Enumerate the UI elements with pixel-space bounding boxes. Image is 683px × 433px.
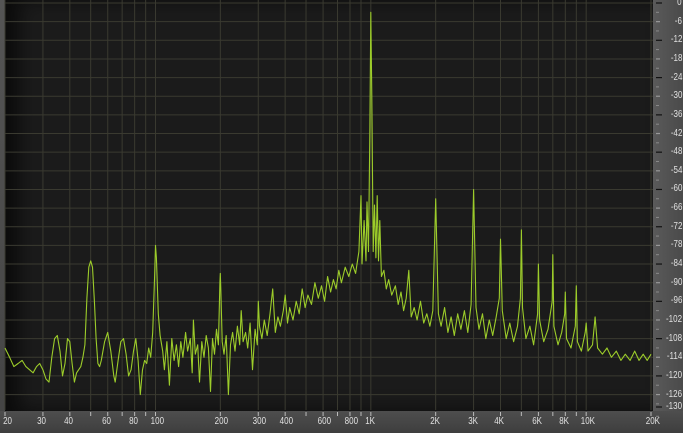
y-tick-label: -60 xyxy=(670,183,682,195)
x-tick-label: 3K xyxy=(467,416,478,427)
spectrum-analyzer: 0 -6 -12 -18 -24 -30 -36 -42 -48 -54 -60 -66 -72 -78 -… xyxy=(0,0,683,433)
x-tick-label: 20K xyxy=(645,416,661,427)
spectrum-trace xyxy=(4,11,652,396)
x-tick-label: 800 xyxy=(344,416,358,427)
y-tick-label: -48 xyxy=(670,146,682,158)
x-tick-label: 600 xyxy=(317,416,332,427)
y-tick-label: -114 xyxy=(666,351,682,363)
x-tick-label: 80 xyxy=(128,416,138,427)
x-tick-label: 400 xyxy=(279,416,294,427)
y-tick-label: -30 xyxy=(670,90,682,102)
x-tick-label: 60 xyxy=(101,416,111,427)
y-tick-label: -130 xyxy=(665,401,682,412)
y-tick-label: -78 xyxy=(670,239,682,251)
x-tick-label: 30 xyxy=(37,416,46,427)
x-tick-label: 10K xyxy=(580,416,596,427)
y-tick-label: -54 xyxy=(670,164,682,176)
y-tick-label: 0 xyxy=(677,0,682,8)
x-tick-label: 300 xyxy=(252,416,267,427)
x-tick-label: 4K xyxy=(494,416,505,427)
y-tick-label: -18 xyxy=(670,52,682,64)
spectrum-chart xyxy=(4,0,662,417)
y-tick-label: -84 xyxy=(670,258,682,270)
y-tick-label: -72 xyxy=(670,220,682,232)
x-tick-label: 100 xyxy=(150,416,164,427)
y-tick-label: -42 xyxy=(670,127,682,139)
y-tick-label: -102 xyxy=(665,313,682,325)
x-tick-label: 40 xyxy=(63,416,73,427)
y-tick-label: -126 xyxy=(665,388,682,400)
y-tick-label: -108 xyxy=(665,332,682,344)
y-tick-label: -12 xyxy=(670,34,682,46)
x-tick-label: 200 xyxy=(214,416,229,427)
x-tick-label: 20 xyxy=(3,416,13,427)
x-tick-label: 1K xyxy=(365,416,375,427)
x-tick-label: 8K xyxy=(559,416,570,427)
y-tick-label: -36 xyxy=(670,108,682,120)
y-tick-label: -90 xyxy=(670,276,682,288)
x-tick-label: 2K xyxy=(429,416,440,427)
y-tick-label: -120 xyxy=(665,369,682,381)
y-tick-label: -24 xyxy=(670,71,682,83)
y-tick-label: -66 xyxy=(670,202,682,214)
y-tick-label: -6 xyxy=(674,15,682,27)
x-tick-label: 6K xyxy=(532,416,543,427)
y-tick-label: -96 xyxy=(670,295,682,307)
